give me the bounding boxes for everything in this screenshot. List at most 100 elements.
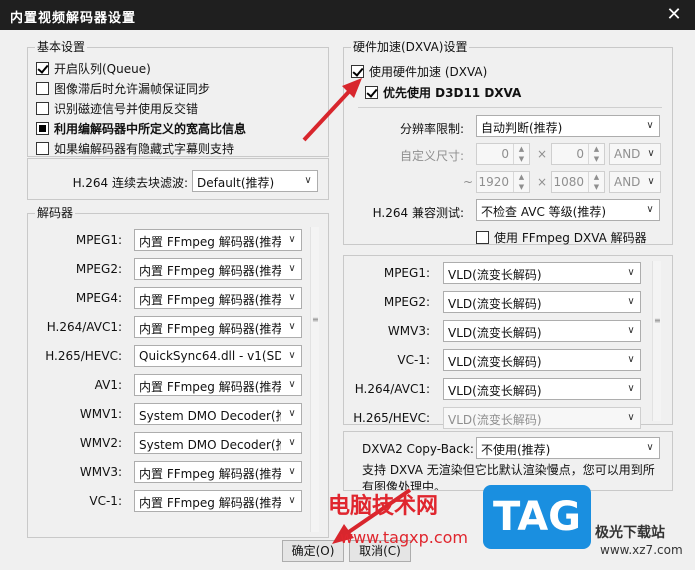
deblock-label: H.264 连续去块滤波: [72, 176, 188, 190]
chevron-down-icon: ∨ [288, 408, 296, 419]
chevron-down-icon: ∨ [288, 321, 296, 332]
decoder-label: H.265/HEVC: [45, 349, 122, 363]
decoder-label: WMV2: [79, 436, 122, 450]
max-and-value: AND [614, 175, 640, 189]
max-height-stepper[interactable]: 1080 ▲ ▼ [551, 171, 605, 193]
min-and-select[interactable]: AND ∨ [609, 143, 661, 165]
chevron-down-icon: ∨ [288, 495, 296, 506]
chevron-down-icon: ∨ [627, 267, 635, 278]
spin-arrows-icon: ▲ ▼ [588, 144, 604, 164]
chevron-down-icon: ∨ [288, 263, 296, 274]
chevron-down-icon: ∨ [288, 350, 296, 361]
deblock-select[interactable]: Default(推荐) ∨ [192, 170, 318, 192]
watermark-aside-name: 极光下载站 [595, 525, 665, 541]
h264-compat-select[interactable]: 不检查 AVC 等级(推荐) ∨ [476, 199, 660, 221]
chevron-down-icon: ∨ [288, 234, 296, 245]
hw-decoder-select[interactable]: VLD(流变长解码) ∨ [443, 407, 641, 429]
hw-decoder-select[interactable]: VLD(流变长解码) ∨ [443, 291, 641, 313]
hw-decoder-label: H.265/HEVC: [353, 411, 430, 425]
hw-decoder-value: VLD(流变长解码) [448, 384, 542, 398]
hw-decoders-scrollbar[interactable]: ≡ [652, 261, 661, 421]
resolution-label: 分辨率限制: [399, 122, 464, 136]
basic-option-checkbox[interactable]: 图像滞后时允许漏帧保证同步 [36, 79, 210, 97]
decoder-label: MPEG4: [75, 291, 122, 305]
hw-decoder-select[interactable]: VLD(流变长解码) ∨ [443, 378, 641, 400]
custom-size-label: 自定义尺寸: [399, 149, 464, 163]
close-icon[interactable]: ✕ [659, 2, 689, 28]
hw-decoder-label: MPEG2: [383, 295, 430, 309]
decoder-select[interactable]: 内置 FFmpeg 解码器(推荐 ∨ [134, 374, 302, 396]
spin-arrows-icon: ▲ ▼ [588, 172, 604, 192]
ok-button[interactable]: 确定(O) [282, 540, 344, 562]
hw-decoder-label: MPEG1: [383, 266, 430, 280]
copyback-select[interactable]: 不使用(推荐) ∨ [476, 437, 660, 459]
decoder-select[interactable]: QuickSync64.dll - v1(SDK v ∨ [134, 345, 302, 367]
decoder-select[interactable]: System DMO Decoder(推荐 ∨ [134, 432, 302, 454]
chevron-down-icon: ∨ [627, 412, 635, 423]
chevron-down-icon: ∨ [646, 442, 654, 453]
min-width-stepper[interactable]: 0 ▲ ▼ [476, 143, 530, 165]
checkbox-unchecked-icon [36, 81, 49, 95]
min-height-value: 0 [576, 147, 584, 161]
decoder-select[interactable]: 内置 FFmpeg 解码器(推荐 ∨ [134, 490, 302, 512]
hw-decoder-select[interactable]: VLD(流变长解码) ∨ [443, 349, 641, 371]
chevron-down-icon: ∨ [647, 176, 655, 187]
ffmpeg-dxva-label: 使用 FFmpeg DXVA 解码器 [494, 230, 647, 245]
hw-decoder-value: VLD(流变长解码) [448, 297, 542, 311]
hw-decoder-label: VC-1: [397, 353, 430, 367]
basic-option-checkbox[interactable]: 如果编解码器有隐藏式字幕则支持 [36, 139, 234, 157]
decoder-value: System DMO Decoder(推荐 [139, 409, 281, 423]
basic-option-checkbox[interactable]: 利用编解码器中所定义的宽高比信息 [36, 119, 246, 137]
prefer-d3d11-checkbox[interactable]: 优先使用 D3D11 DXVA [365, 83, 521, 101]
h264-compat-label: H.264 兼容测试: [372, 206, 464, 220]
decoder-value: 内置 FFmpeg 解码器(推荐 [139, 264, 281, 278]
spin-arrows-icon: ▲ ▼ [513, 172, 529, 192]
title-bar: 内置视频解码器设置 ✕ [0, 0, 695, 30]
chevron-down-icon: ∨ [288, 437, 296, 448]
decoder-value: 内置 FFmpeg 解码器(推荐 [139, 293, 281, 307]
hw-decoder-select[interactable]: VLD(流变长解码) ∨ [443, 320, 641, 342]
basic-settings-title: 基本设置 [35, 39, 88, 55]
chevron-down-icon: ∨ [288, 292, 296, 303]
scroll-grip-icon: ≡ [654, 316, 661, 325]
decoder-value: 内置 FFmpeg 解码器(推荐 [139, 467, 281, 481]
hw-title: 硬件加速(DXVA)设置 [351, 39, 470, 55]
chevron-down-icon: ∨ [647, 148, 655, 159]
decoder-select[interactable]: 内置 FFmpeg 解码器(推荐 ∨ [134, 287, 302, 309]
hw-decoder-value: VLD(流变长解码) [448, 413, 542, 427]
deblock-value: Default(推荐) [197, 176, 275, 190]
max-width-stepper[interactable]: 1920 ▲ ▼ [476, 171, 530, 193]
decoder-select[interactable]: 内置 FFmpeg 解码器(推荐 ∨ [134, 229, 302, 251]
decoder-value: QuickSync64.dll - v1(SDK v [139, 349, 281, 363]
tilde-label: ~ [463, 175, 474, 189]
chevron-down-icon: ∨ [646, 204, 654, 215]
resolution-select[interactable]: 自动判断(推荐) ∨ [476, 115, 660, 137]
decoder-value: 内置 FFmpeg 解码器(推荐 [139, 380, 281, 394]
decoder-select[interactable]: 内置 FFmpeg 解码器(推荐 ∨ [134, 461, 302, 483]
basic-option-checkbox[interactable]: 开启队列(Queue) [36, 59, 151, 77]
decoders-scrollbar[interactable]: ≡ [310, 227, 319, 532]
times-label: × [537, 147, 548, 161]
basic-option-checkbox[interactable]: 识别磁迹信号并使用反交错 [36, 99, 198, 117]
max-and-select[interactable]: AND ∨ [609, 171, 661, 193]
use-hw-checkbox[interactable]: 使用硬件加速 (DXVA) [351, 62, 487, 80]
chevron-down-icon: ∨ [627, 354, 635, 365]
checkbox-unchecked-icon [36, 101, 49, 115]
hw-decoder-select[interactable]: VLD(流变长解码) ∨ [443, 262, 641, 284]
max-width-value: 1920 [478, 175, 509, 189]
watermark-tag-logo: TAG [483, 485, 591, 549]
h264-compat-value: 不检查 AVC 等级(推荐) [481, 205, 607, 219]
decoder-select[interactable]: 内置 FFmpeg 解码器(推荐 ∨ [134, 316, 302, 338]
ffmpeg-dxva-checkbox[interactable]: 使用 FFmpeg DXVA 解码器 [476, 228, 647, 246]
min-height-stepper[interactable]: 0 ▲ ▼ [551, 143, 605, 165]
checkbox-checked-icon [365, 85, 378, 99]
hw-decoder-value: VLD(流变长解码) [448, 326, 542, 340]
checkbox-checked-icon [36, 61, 49, 75]
basic-option-label: 利用编解码器中所定义的宽高比信息 [54, 121, 247, 136]
chevron-down-icon: ∨ [288, 466, 296, 477]
decoder-value: 内置 FFmpeg 解码器(推荐 [139, 235, 281, 249]
decoder-label: MPEG2: [75, 262, 122, 276]
watermark-aside-url: www.xz7.com [600, 543, 683, 557]
decoder-select[interactable]: 内置 FFmpeg 解码器(推荐 ∨ [134, 258, 302, 280]
decoder-select[interactable]: System DMO Decoder(推荐 ∨ [134, 403, 302, 425]
